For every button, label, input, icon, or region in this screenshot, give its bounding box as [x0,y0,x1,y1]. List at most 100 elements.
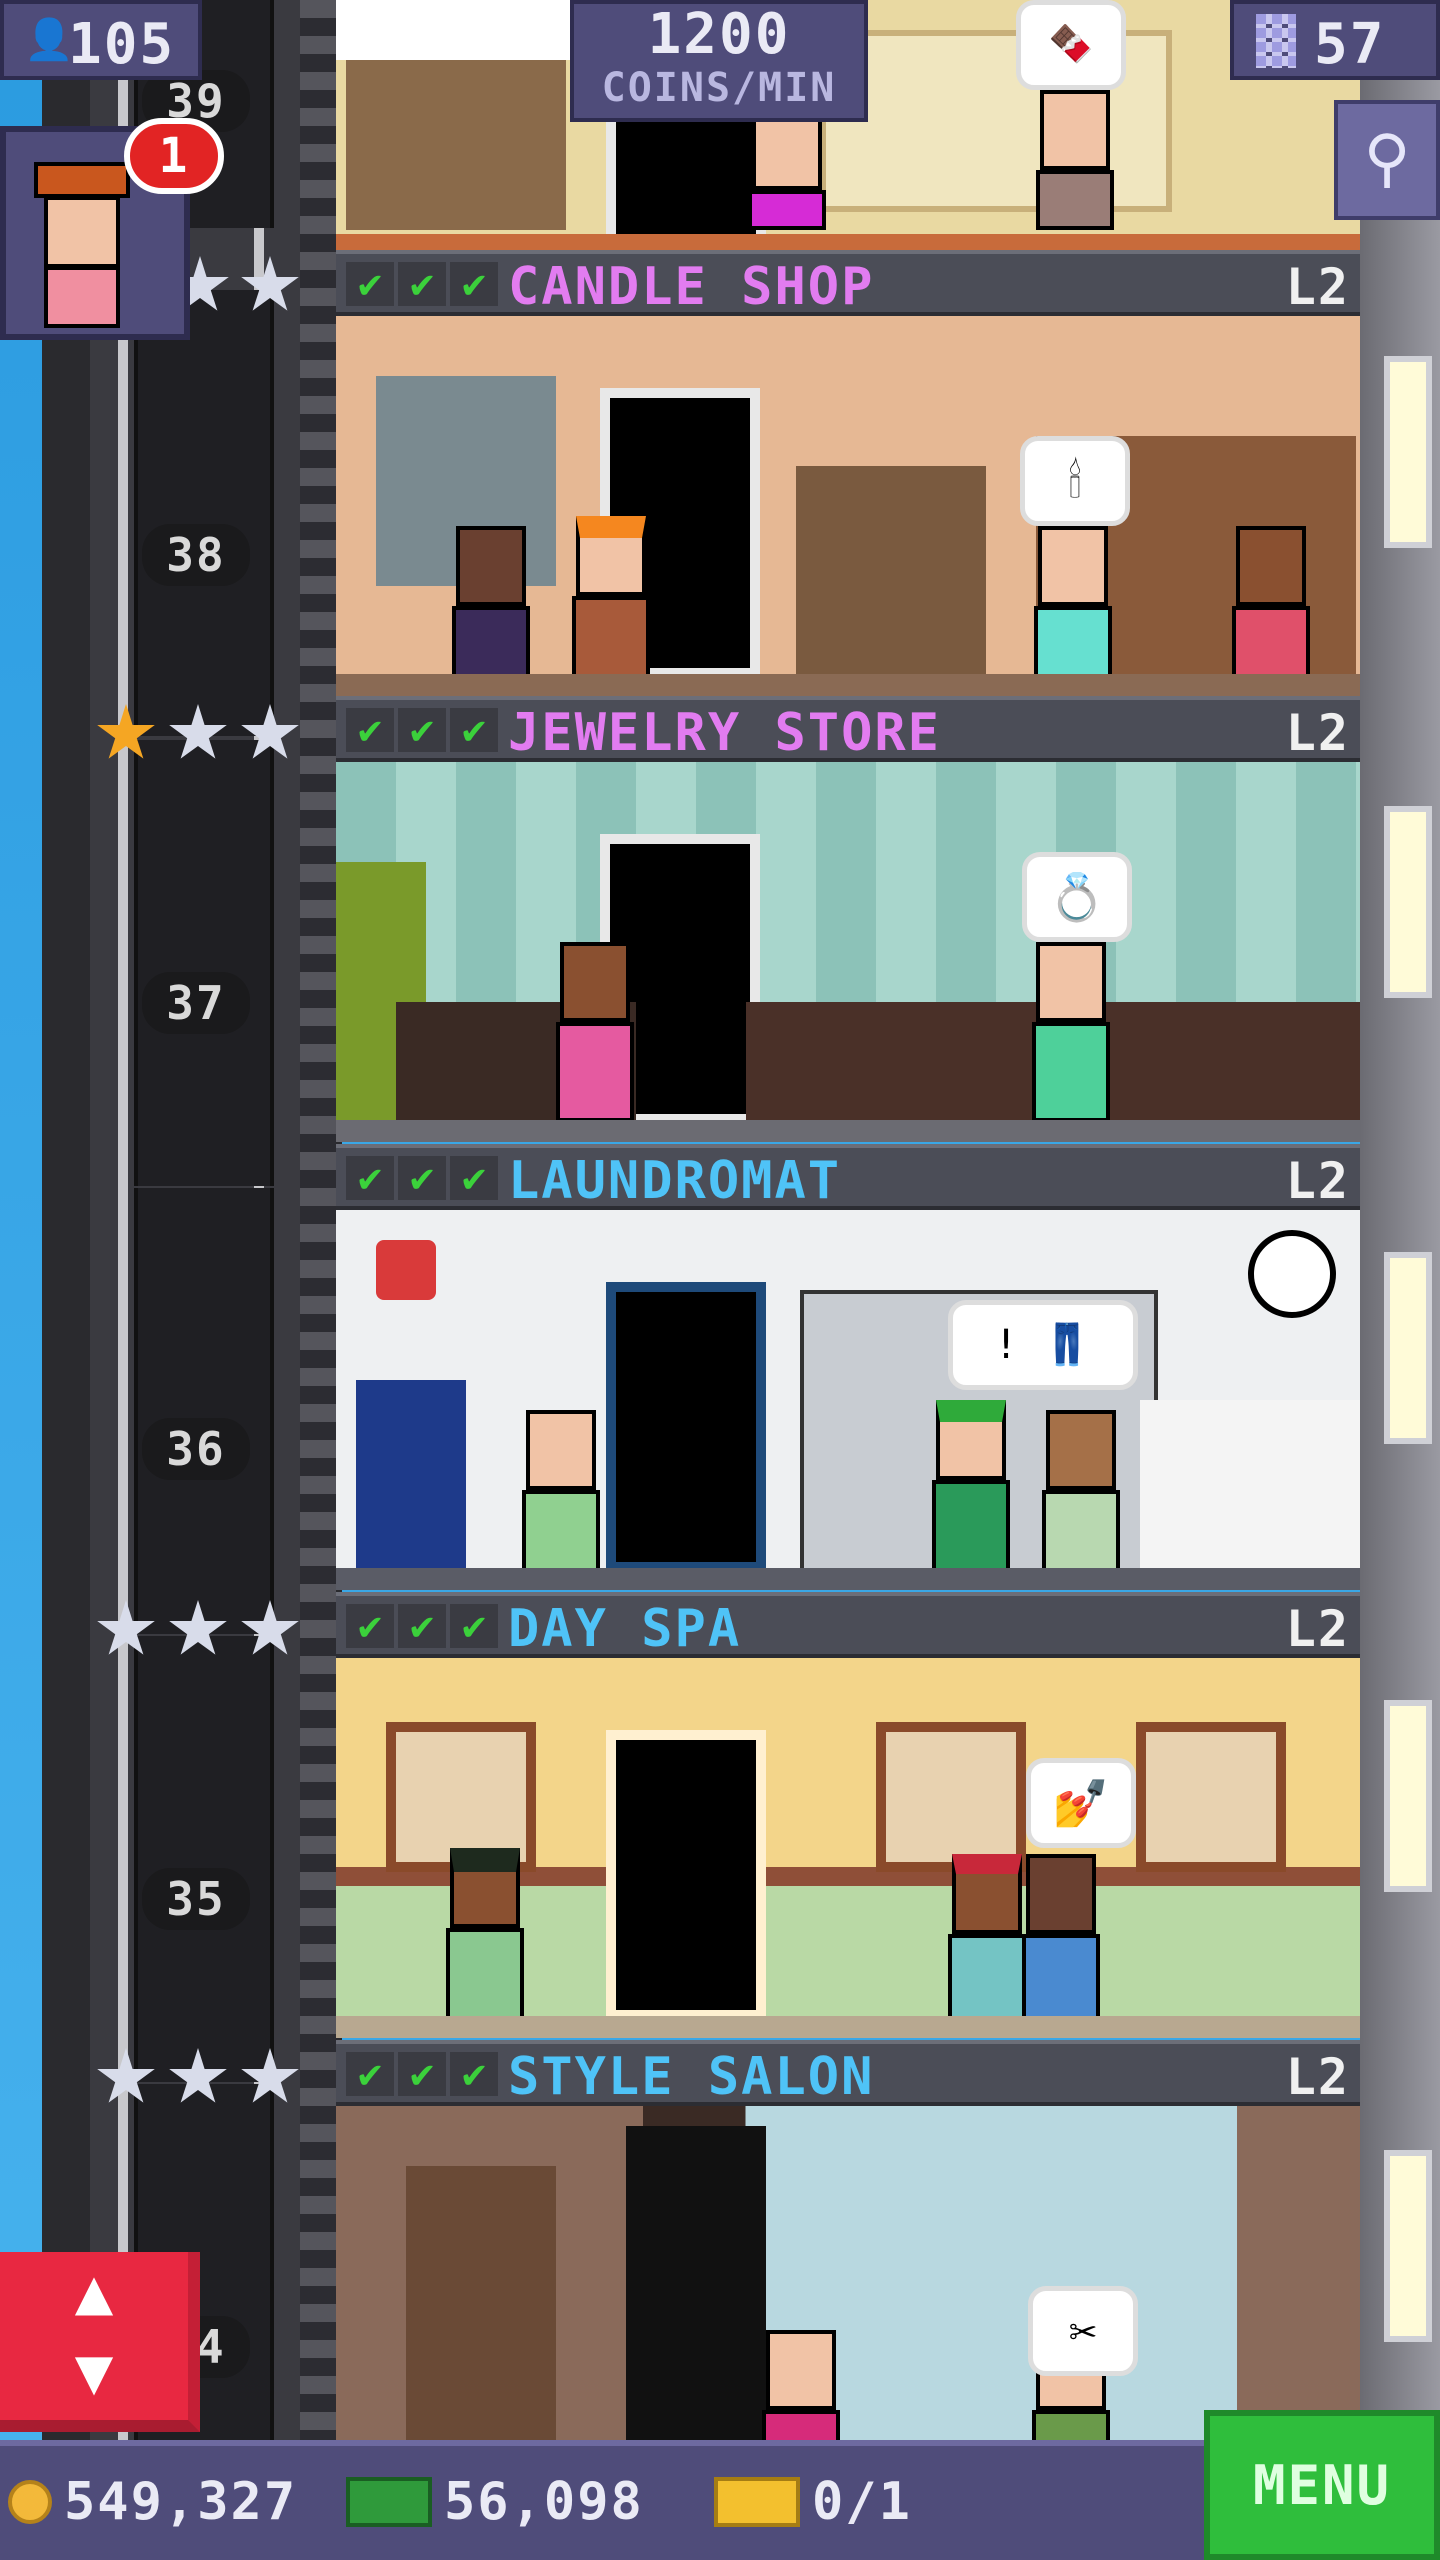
bitizen-head [526,1410,596,1490]
building-icon [1256,14,1296,68]
bitizen-head [752,110,822,190]
floor-header: ✔ ✔ ✔ CANDLE SHOP L2 [336,250,1360,316]
shaft-rail [300,0,336,2440]
door [626,2126,766,2440]
coin-icon [8,2480,52,2524]
tickets-value: 0/1 [812,2472,912,2532]
floor-base [336,2016,1360,2038]
bitizen-head [1040,90,1110,170]
request-bubble[interactable]: 💅 [1026,1758,1136,1848]
bitizen[interactable] [1036,1410,1126,1590]
bitizen[interactable] [742,110,832,230]
bitizen-body [748,190,826,230]
vending-machine [356,1380,466,1570]
floor-base [336,1120,1360,1142]
stock-checks: ✔ ✔ ✔ [346,708,498,756]
ticket-icon [714,2477,800,2527]
floor-base [336,1568,1360,1590]
shaft-floor-number: 36 [142,1418,250,1480]
game-screen: 39 38 37 36 35 34 [0,0,1440,2560]
bitizen[interactable] [446,526,536,696]
floor-jewelry-store[interactable]: ✔ ✔ ✔ JEWELRY STORE L2 💍 [336,696,1360,1142]
coins-display[interactable]: 549,327 [8,2472,297,2532]
bitizen[interactable] [550,942,640,1122]
bitizen[interactable] [1030,90,1120,230]
request-bubble[interactable]: ✂ [1028,2286,1138,2376]
window [1384,806,1432,998]
bitizen[interactable] [1016,1854,1106,2034]
floor-laundromat[interactable]: ✔ ✔ ✔ LAUNDROMAT L2 ! 👖 [336,1144,1360,1590]
request-bubble[interactable]: 🕯 [1020,436,1130,526]
search-button[interactable]: ⚲ [1334,100,1440,220]
bitizen-builder[interactable] [566,516,656,696]
bitizen-head [952,1854,1022,1934]
bitizen[interactable] [756,2330,846,2440]
stock-checks: ✔ ✔ ✔ [346,262,498,310]
bitizen-head [450,1848,520,1928]
notification-badge: 1 [124,118,224,194]
room-interior: 💍 [336,762,1360,1142]
door [606,1282,766,1572]
floor-count-value: 57 [1314,12,1386,77]
check-icon: ✔ [398,1604,446,1648]
bitizen[interactable] [1028,526,1118,696]
population-counter[interactable]: 👤 105 [0,0,202,80]
floor-candle-shop[interactable]: ✔ ✔ ✔ CANDLE SHOP L2 🕯 [336,250,1360,696]
bitizen[interactable] [926,1400,1016,1580]
sign-board [336,0,572,60]
shaft-segment [134,740,274,1186]
bux-display[interactable]: 56,098 [346,2472,644,2532]
room-interior: 🕯 [336,316,1360,696]
bitizen-body [1032,2410,1110,2440]
bitizen-body [762,2410,840,2440]
elevator-button[interactable]: ▲ ▼ [0,2252,200,2432]
floor-counter[interactable]: 57 [1230,0,1440,80]
shaft-floor-number: 35 [142,1868,250,1930]
check-icon: ✔ [398,708,446,752]
floor-header: ✔ ✔ ✔ DAY SPA L2 [336,1592,1360,1658]
no-sign-icon [376,1240,436,1300]
check-icon: ✔ [450,1156,498,1200]
bitizen-head [1038,526,1108,606]
vip-avatar [34,162,130,328]
stock-checks: ✔ ✔ ✔ [346,2052,498,2100]
floor-base [336,234,1360,250]
check-icon: ✔ [346,708,394,752]
request-bubble[interactable]: 🍫 [1016,0,1126,90]
hat-icon [34,162,130,198]
bitizen-body [932,1480,1010,1580]
bitizen-head [560,942,630,1022]
floor-level: L2 [1285,704,1350,762]
tickets-display[interactable]: 0/1 [714,2472,912,2532]
floor-level: L2 [1285,2048,1350,2106]
bitizen[interactable] [1026,942,1116,1122]
check-icon: ✔ [346,1604,394,1648]
avatar-shirt [44,266,120,328]
floor-name: LAUNDROMAT [508,1151,842,1211]
bitizen-body [1036,170,1114,230]
population-value: 105 [68,12,176,77]
check-icon: ✔ [450,708,498,752]
room-interior: ! 👖 [336,1210,1360,1590]
bitizen-head [1036,942,1106,1022]
bitizen[interactable] [440,1848,530,2028]
coins-per-min-value: 1200 [647,2,791,67]
floor-base [336,674,1360,696]
floor-name: DAY SPA [508,1599,742,1659]
bitizen[interactable] [516,1410,606,1590]
bitizen-head [1236,526,1306,606]
check-icon: ✔ [346,262,394,306]
bitizen-head [936,1400,1006,1480]
folding-table [1140,1400,1360,1570]
magnifier-icon: ⚲ [1363,122,1411,196]
request-bubble[interactable]: ! 👖 [948,1300,1138,1390]
candle-shelf [796,466,986,676]
floor-header: ✔ ✔ ✔ STYLE SALON L2 [336,2040,1360,2106]
floor-day-spa[interactable]: ✔ ✔ ✔ DAY SPA L2 💅 [336,1592,1360,2038]
bux-icon [346,2477,432,2527]
request-bubble[interactable]: 💍 [1022,852,1132,942]
menu-button[interactable]: MENU [1204,2410,1440,2560]
bitizen-head [1026,1854,1096,1934]
floor-style-salon[interactable]: ✔ ✔ ✔ STYLE SALON L2 ✂ [336,2040,1360,2440]
bitizen[interactable] [1226,526,1316,696]
